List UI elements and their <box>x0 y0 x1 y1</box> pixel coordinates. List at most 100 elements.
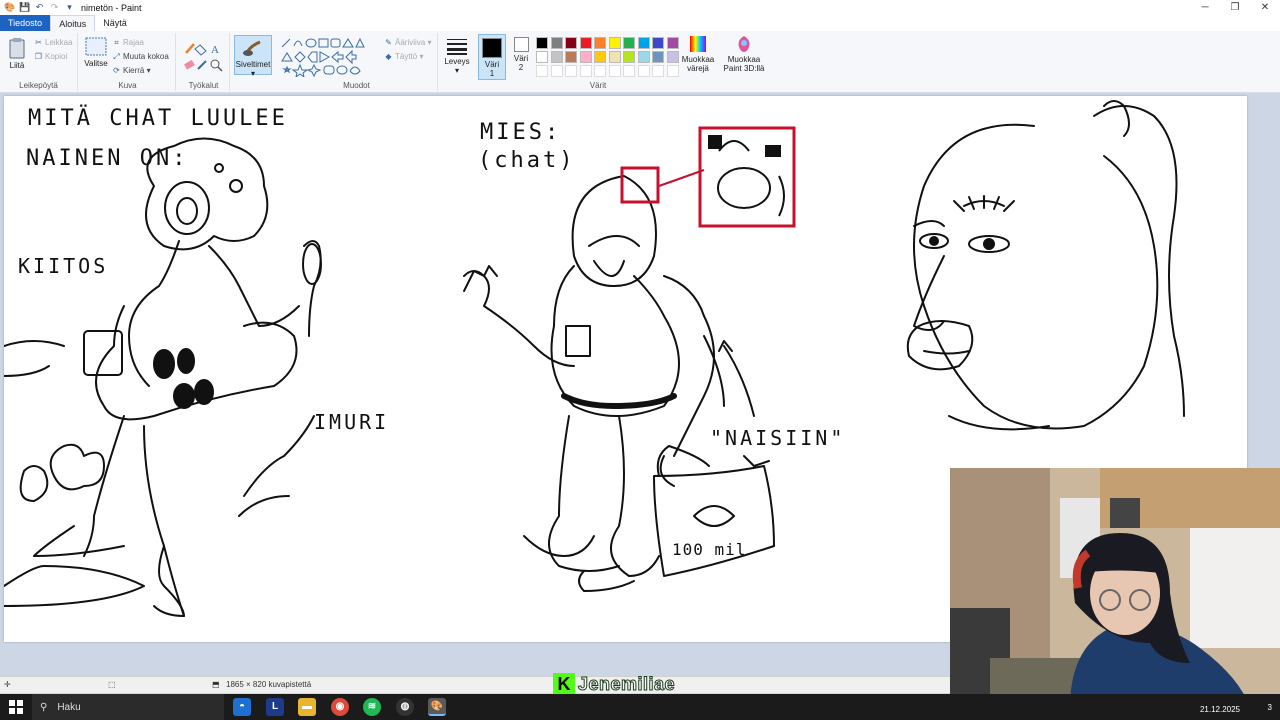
brushes-label: Siveltimet <box>235 60 271 69</box>
paste-label: Liitä <box>9 61 25 70</box>
palette-custom-swatch[interactable] <box>637 65 650 77</box>
paint-app-icon: 🎨 <box>4 2 16 12</box>
palette-swatch[interactable] <box>594 51 606 63</box>
shapes-gallery[interactable] <box>280 37 380 77</box>
resize-icon: ⤢ <box>113 52 120 61</box>
eraser-icon[interactable] <box>184 59 195 70</box>
cut-button[interactable]: ✂ Leikkaa <box>34 38 73 47</box>
palette-swatch[interactable] <box>565 51 577 63</box>
fill-icon[interactable] <box>194 44 207 56</box>
color1-button[interactable]: Väri 1 <box>478 34 506 80</box>
customize-qat-icon[interactable]: ▾ <box>64 2 75 13</box>
palette-swatch[interactable] <box>608 37 621 49</box>
color2-swatch <box>513 37 529 52</box>
palette-swatch[interactable] <box>666 51 679 63</box>
palette-swatch[interactable] <box>623 37 635 49</box>
svg-text:A: A <box>211 44 219 56</box>
rotate-icon: ⟳ <box>113 66 120 75</box>
palette-swatch[interactable] <box>623 51 635 63</box>
edit-colors-label-2: värejä <box>687 64 709 73</box>
select-button[interactable]: Valitse <box>83 37 109 68</box>
palette-custom-swatch[interactable] <box>652 65 664 77</box>
save-icon[interactable]: 💾 <box>19 2 30 13</box>
tab-file[interactable]: Tiedosto <box>0 15 51 31</box>
palette-custom-swatch[interactable] <box>623 65 635 77</box>
pencil-icon[interactable] <box>185 43 195 54</box>
size-button[interactable]: Leveys ▾ <box>442 37 472 75</box>
edit-colors-button[interactable]: Muokkaa värejä <box>680 35 716 73</box>
tab-view[interactable]: Näytä <box>95 15 135 31</box>
taskbar-app-chrome-icon[interactable]: ◉ <box>331 698 349 716</box>
outline-button[interactable]: ✎ Ääriviiva ▾ <box>384 38 431 47</box>
close-button[interactable]: ✕ <box>1250 0 1280 15</box>
taskbar-app-l-icon[interactable]: L <box>266 698 284 716</box>
image-group-label: Kuva <box>118 81 137 90</box>
rotate-button[interactable]: ⟳ Kierrä ▾ <box>112 66 150 75</box>
title-bar: 🎨 💾 ↶ ↷ ▾ nimetön - Paint ─ ❐ ✕ <box>0 0 1280 15</box>
tab-home[interactable]: Aloitus <box>50 15 96 31</box>
palette-swatch[interactable] <box>550 51 563 63</box>
kick-logo-icon: K <box>553 673 575 695</box>
palette-custom-swatch[interactable] <box>608 65 621 77</box>
palette-swatch[interactable] <box>666 37 679 49</box>
palette-swatch[interactable] <box>652 51 664 63</box>
taskbar-search[interactable]: ⚲ Haku <box>32 694 224 720</box>
tools-icons: A <box>184 43 223 72</box>
notification-count[interactable]: 3 <box>1268 703 1272 712</box>
taskbar-app-edge-icon[interactable]: ◓ <box>233 698 251 716</box>
text-icon[interactable]: A <box>211 44 219 56</box>
palette-swatch[interactable] <box>536 37 548 49</box>
palette-custom-swatch[interactable] <box>579 65 592 77</box>
crop-button[interactable]: ⌗ Rajaa <box>112 38 144 48</box>
window-title: nimetön - Paint <box>81 2 142 13</box>
fill-label: Täyttö <box>395 52 418 61</box>
cut-label: Leikkaa <box>45 38 73 47</box>
palette-swatch[interactable] <box>652 37 664 49</box>
minimize-button[interactable]: ─ <box>1190 0 1220 15</box>
color2-button[interactable]: Väri 2 <box>508 37 534 72</box>
palette-swatch[interactable] <box>579 37 592 49</box>
tools-group: A Työkalut <box>178 33 230 91</box>
taskbar-app-paint-icon[interactable]: 🎨 <box>428 698 446 716</box>
crop-label: Rajaa <box>123 38 144 47</box>
palette-swatch[interactable] <box>536 51 548 63</box>
palette-custom-swatch[interactable] <box>666 65 679 77</box>
magnifier-icon[interactable] <box>210 59 223 72</box>
palette-swatch[interactable] <box>594 37 606 49</box>
webcam-overlay <box>950 468 1280 708</box>
palette-custom-swatch[interactable] <box>594 65 606 77</box>
paint3d-label-1: Muokkaa <box>727 55 761 64</box>
palette-custom-swatch[interactable] <box>550 65 563 77</box>
cursor-position-icon: ✛ <box>4 680 11 689</box>
brushes-group: Siveltimet ▾ <box>232 33 274 91</box>
redo-icon[interactable]: ↷ <box>49 2 60 13</box>
taskbar-app-obs-icon[interactable]: ◍ <box>396 698 414 716</box>
taskbar-app-explorer-icon[interactable]: ▬ <box>298 698 316 716</box>
windows-start-icon[interactable] <box>9 700 23 714</box>
brushes-button[interactable]: Siveltimet ▾ <box>234 35 272 78</box>
edit-paint3d-button[interactable]: Muokkaa Paint 3D:llä <box>722 35 766 73</box>
taskbar-date[interactable]: 21.12.2025 <box>1200 705 1240 714</box>
palette-custom-swatch[interactable] <box>536 65 548 77</box>
copy-button[interactable]: ❐ Kopioi <box>34 52 67 61</box>
fill-button[interactable]: ◆ Täyttö ▾ <box>384 52 423 61</box>
palette-swatch[interactable] <box>565 37 577 49</box>
clipboard-group-label: Leikepöytä <box>19 81 58 90</box>
drawing-text-kiitos: KIITOS <box>18 254 109 278</box>
streamer-overlay: K Jenemiliae <box>553 672 675 696</box>
undo-icon[interactable]: ↶ <box>34 2 45 13</box>
palette-swatch[interactable] <box>637 37 650 49</box>
size-label: Leveys <box>444 57 470 66</box>
palette-swatch[interactable] <box>579 51 592 63</box>
palette-custom-swatch[interactable] <box>565 65 577 77</box>
resize-button[interactable]: ⤢ Muuta kokoa <box>112 52 169 62</box>
paste-button[interactable]: Liitä <box>4 37 30 70</box>
color-picker-icon[interactable] <box>197 60 207 70</box>
paint3d-icon <box>738 36 750 52</box>
taskbar-app-spotify-icon[interactable]: ≋ <box>363 698 381 716</box>
paste-icon <box>9 38 25 59</box>
palette-swatch[interactable] <box>608 51 621 63</box>
palette-swatch[interactable] <box>637 51 650 63</box>
maximize-button[interactable]: ❐ <box>1220 0 1250 15</box>
palette-swatch[interactable] <box>550 37 563 49</box>
